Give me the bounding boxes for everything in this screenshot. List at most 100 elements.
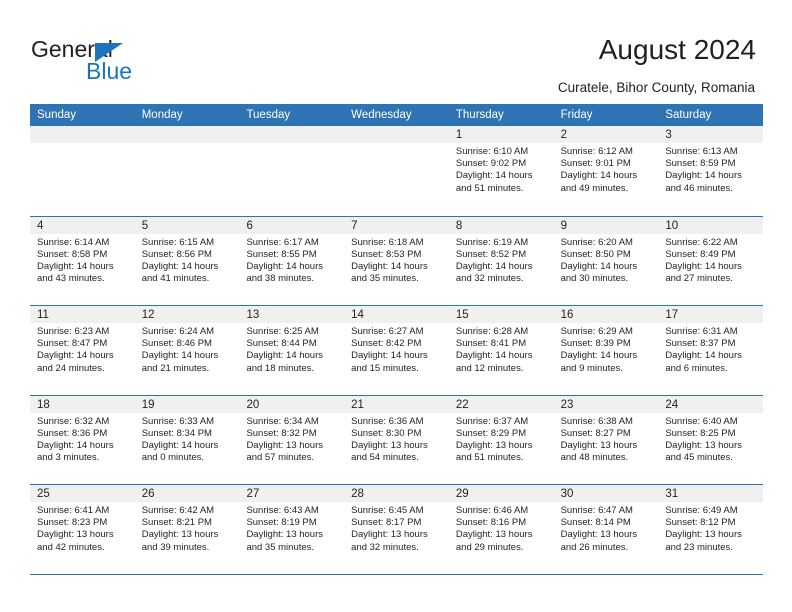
sunrise-time: Sunrise: 6:20 AM [560,236,633,248]
sunset-time: Sunset: 8:21 PM [141,517,212,529]
sunset-time: Sunset: 8:50 PM [560,248,631,260]
day-sun-info: Sunrise: 6:34 AM Sunset: 8:32 PM Daylight:… [246,416,344,465]
sunrise-time: Sunrise: 6:33 AM [141,415,215,427]
day-number: 22 [455,398,469,411]
day-number: 17 [665,309,679,321]
calendar-day-cell[interactable]: 17 Sunrise: 6:31 AM Sunset: 8:37 PM Dayligh… [658,306,763,395]
daylight-duration-line1: Daylight: 13 hours [37,529,114,541]
day-sun-info: Sunrise: 6:41 AM Sunset: 8:23 PM Daylight:… [37,505,135,554]
sunset-time: Sunset: 9:02 PM [455,158,527,170]
calendar-weeks: 1 Sunrise: 6:10 AM Sunset: 9:02 PM Daylight… [30,126,763,574]
daylight-duration-line2: and 57 minutes. [246,452,315,464]
calendar-day-cell[interactable]: 4 Sunrise: 6:14 AM Sunset: 8:58 PM Daylight… [30,217,135,306]
sunrise-time: Sunrise: 6:36 AM [351,415,424,427]
calendar-day-cell[interactable]: 6 Sunrise: 6:17 AM Sunset: 8:55 PM Daylight… [239,217,344,306]
day-sun-info: Sunrise: 6:37 AM Sunset: 8:29 PM Daylight:… [456,416,554,465]
daylight-duration-line1: Daylight: 14 hours [246,260,324,272]
sunset-time: Sunset: 8:30 PM [351,427,422,439]
daylight-duration-line2: and 6 minutes. [665,362,728,374]
calendar-day-cell[interactable]: 21 Sunrise: 6:36 AM Sunset: 8:30 PM Dayligh… [344,396,449,485]
sunset-time: Sunset: 8:55 PM [246,248,317,260]
calendar-day-cell[interactable]: 8 Sunrise: 6:19 AM Sunset: 8:52 PM Daylight… [449,217,554,306]
daylight-duration-line1: Daylight: 14 hours [141,439,219,451]
day-number: 28 [351,488,364,500]
calendar-day-cell[interactable]: 2 Sunrise: 6:12 AM Sunset: 9:01 PM Daylight… [554,126,659,216]
calendar-day-cell[interactable]: 31 Sunrise: 6:49 AM Sunset: 8:12 PM Dayligh… [658,485,763,574]
day-number: 31 [665,488,679,500]
week-days: 11 Sunrise: 6:23 AM Sunset: 8:47 PM Dayligh… [30,306,763,395]
daylight-duration-line1: Daylight: 14 hours [37,260,114,272]
calendar-day-cell[interactable]: 15 Sunrise: 6:28 AM Sunset: 8:41 PM Dayligh… [449,306,554,395]
calendar-day-cell[interactable]: 24 Sunrise: 6:40 AM Sunset: 8:25 PM Dayligh… [658,396,763,485]
calendar-day-cell[interactable]: 14 Sunrise: 6:27 AM Sunset: 8:42 PM Dayligh… [344,306,449,395]
calendar-day-cell[interactable]: 28 Sunrise: 6:45 AM Sunset: 8:17 PM Dayligh… [344,485,449,574]
calendar-day-cell[interactable]: 29 Sunrise: 6:46 AM Sunset: 8:16 PM Dayligh… [449,485,554,574]
calendar-day-cell[interactable]: 16 Sunrise: 6:29 AM Sunset: 8:39 PM Dayligh… [554,306,659,395]
daylight-duration-line2: and 18 minutes. [246,362,315,374]
sunset-time: Sunset: 8:58 PM [37,248,108,260]
calendar-day-cell[interactable]: 23 Sunrise: 6:38 AM Sunset: 8:27 PM Dayligh… [554,396,659,485]
daylight-duration-line2: and 15 minutes. [351,362,419,374]
calendar-day-cell[interactable]: 19 Sunrise: 6:33 AM Sunset: 8:34 PM Dayligh… [135,396,240,485]
calendar-day-cell[interactable]: 9 Sunrise: 6:20 AM Sunset: 8:50 PM Daylight… [554,217,659,306]
calendar-day-cell[interactable]: 10 Sunrise: 6:22 AM Sunset: 8:49 PM Dayligh… [658,217,763,306]
sunset-time: Sunset: 8:36 PM [37,427,108,439]
sunrise-time: Sunrise: 6:25 AM [246,326,319,337]
daylight-duration-line1: Daylight: 14 hours [37,350,114,362]
day-number: 19 [141,398,155,411]
calendar-day-cell[interactable]: 3 Sunrise: 6:13 AM Sunset: 8:59 PM Daylight… [658,126,763,216]
day-sun-info: Sunrise: 6:28 AM Sunset: 8:41 PM Daylight:… [456,326,554,375]
week-days: 4 Sunrise: 6:14 AM Sunset: 8:58 PM Daylight… [30,217,763,306]
calendar-day-cell[interactable]: 12 Sunrise: 6:24 AM Sunset: 8:46 PM Dayligh… [135,306,240,395]
day-sun-info: Sunrise: 6:14 AM Sunset: 8:58 PM Daylight:… [37,237,135,286]
calendar-day-cell[interactable]: 26 Sunrise: 6:42 AM Sunset: 8:21 PM Dayligh… [135,485,240,574]
sunrise-time: Sunrise: 6:14 AM [37,236,110,248]
calendar-day-cell[interactable]: 25 Sunrise: 6:41 AM Sunset: 8:23 PM Dayligh… [30,485,135,574]
calendar-day-cell[interactable]: 5 Sunrise: 6:15 AM Sunset: 8:56 PM Daylight… [135,217,240,306]
sunrise-time: Sunrise: 6:19 AM [455,236,529,248]
sunrise-time: Sunrise: 6:18 AM [351,236,424,248]
daylight-duration-line1: Daylight: 13 hours [455,439,533,451]
brand-logo[interactable]: General Blue [31,36,231,84]
day-sun-info: Sunrise: 6:32 AM Sunset: 8:36 PM Daylight:… [37,416,135,465]
sunrise-time: Sunrise: 6:40 AM [665,415,738,427]
calendar-day-cell[interactable]: 7 Sunrise: 6:18 AM Sunset: 8:53 PM Daylight… [344,217,449,306]
day-sun-info: Sunrise: 6:49 AM Sunset: 8:12 PM Daylight:… [665,505,763,554]
calendar-day-cell[interactable]: 30 Sunrise: 6:47 AM Sunset: 8:14 PM Dayligh… [554,485,659,574]
calendar-day-cell[interactable]: 1 Sunrise: 6:10 AM Sunset: 9:02 PM Daylight… [449,126,554,216]
day-number: 23 [560,398,574,411]
day-number: 24 [665,398,679,411]
day-number: 9 [560,219,567,232]
daylight-duration-line1: Daylight: 14 hours [141,260,219,272]
day-sun-info: Sunrise: 6:36 AM Sunset: 8:30 PM Daylight:… [351,416,449,465]
daylight-duration-line2: and 38 minutes. [246,273,315,285]
daylight-duration-line2: and 32 minutes. [455,273,524,285]
sunset-time: Sunset: 8:14 PM [560,517,631,529]
calendar-day-cell[interactable]: 27 Sunrise: 6:43 AM Sunset: 8:19 PM Dayligh… [239,485,344,574]
day-number: 8 [455,219,463,232]
day-sun-info: Sunrise: 6:23 AM Sunset: 8:47 PM Daylight:… [37,326,135,375]
calendar-day-cell[interactable]: 22 Sunrise: 6:37 AM Sunset: 8:29 PM Dayligh… [449,396,554,485]
day-number: 12 [141,309,155,321]
day-number: 5 [141,219,149,232]
sunrise-time: Sunrise: 6:12 AM [560,146,633,157]
page-header: General Blue August 2024 Curatele, Bihor… [0,0,792,104]
week-days: 1 Sunrise: 6:10 AM Sunset: 9:02 PM Daylight… [30,126,763,216]
day-sun-info: Sunrise: 6:19 AM Sunset: 8:52 PM Daylight:… [456,237,554,286]
day-number: 27 [246,488,260,500]
sunrise-time: Sunrise: 6:15 AM [141,236,215,248]
daylight-duration-line2: and 35 minutes. [246,541,315,553]
calendar-day-cell[interactable]: 20 Sunrise: 6:34 AM Sunset: 8:32 PM Dayligh… [239,396,344,485]
calendar-day-cell[interactable]: 11 Sunrise: 6:23 AM Sunset: 8:47 PM Dayligh… [30,306,135,395]
sunset-time: Sunset: 8:41 PM [455,338,527,350]
daylight-duration-line2: and 51 minutes. [455,452,524,464]
calendar-day-cell[interactable]: 13 Sunrise: 6:25 AM Sunset: 8:44 PM Dayligh… [239,306,344,395]
sunset-time: Sunset: 8:53 PM [351,248,422,260]
day-sun-info: Sunrise: 6:13 AM Sunset: 8:59 PM Daylight:… [665,146,763,195]
day-sun-info: Sunrise: 6:27 AM Sunset: 8:42 PM Daylight:… [351,326,449,375]
calendar-day-cell[interactable]: 18 Sunrise: 6:32 AM Sunset: 8:36 PM Dayligh… [30,396,135,485]
day-sun-info: Sunrise: 6:29 AM Sunset: 8:39 PM Daylight:… [561,326,659,375]
sunrise-time: Sunrise: 6:13 AM [665,146,738,157]
week-days: 25 Sunrise: 6:41 AM Sunset: 8:23 PM Dayligh… [30,485,763,574]
sunrise-time: Sunrise: 6:17 AM [246,236,319,248]
